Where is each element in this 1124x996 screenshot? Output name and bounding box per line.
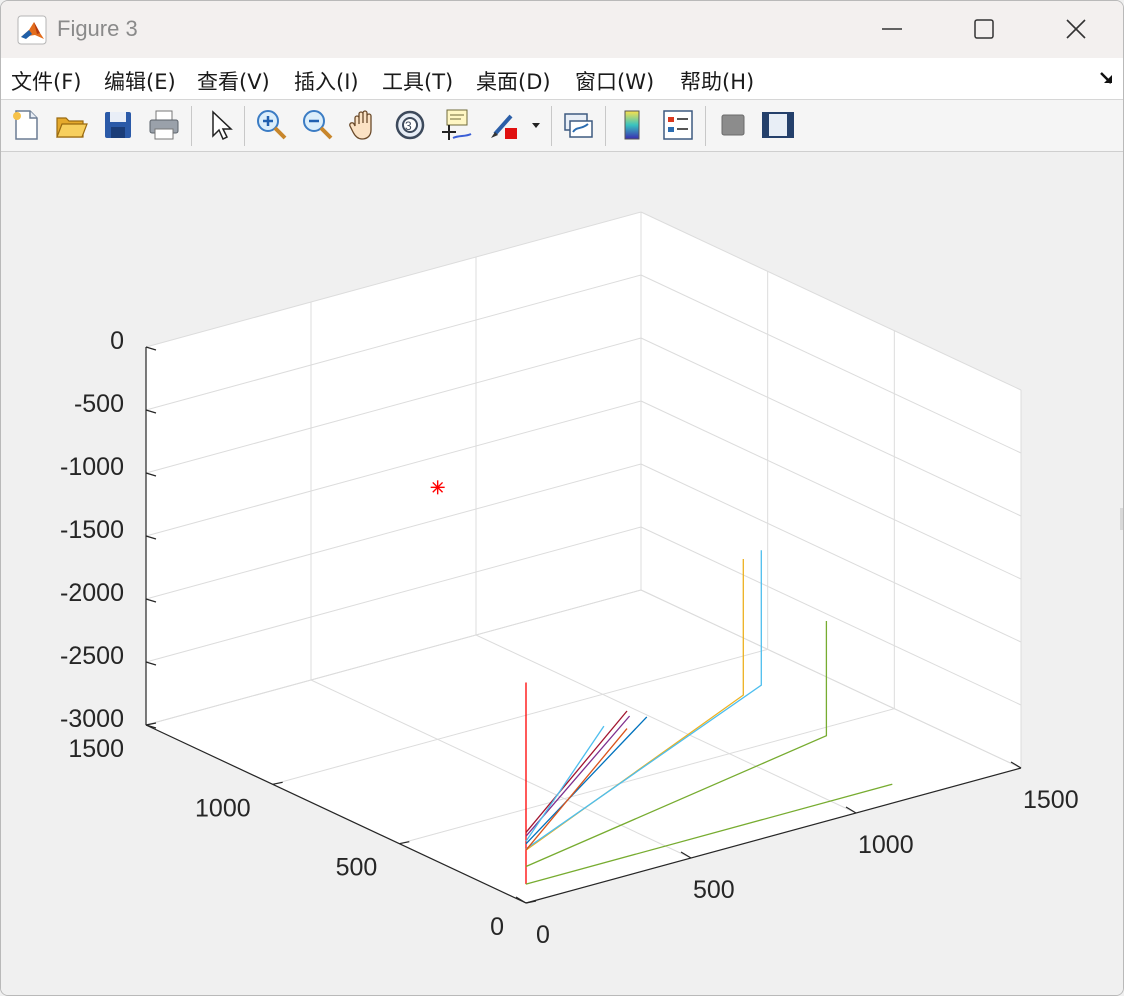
z-tick-label: -2500 [60, 642, 124, 670]
legend-icon[interactable] [661, 108, 695, 142]
window-title: Figure 3 [57, 16, 138, 41]
figure-toolbar: 3 [1, 100, 1123, 152]
hide-plot-tools-icon[interactable] [716, 108, 750, 142]
toolbar-separator [191, 106, 192, 146]
zoom-out-icon[interactable] [300, 108, 334, 142]
toolbar-separator [244, 106, 245, 146]
menu-file[interactable]: 文件(F) [11, 66, 81, 96]
maximize-button[interactable] [939, 1, 1031, 58]
menu-bar: 文件(F) 编辑(E) 查看(V) 插入(I) 工具(T) 桌面(D) 窗口(W… [1, 58, 1123, 100]
open-file-icon[interactable] [54, 108, 88, 142]
print-icon[interactable] [147, 108, 181, 142]
y-tick-label: 1500 [68, 735, 124, 763]
menu-desktop[interactable]: 桌面(D) [476, 66, 551, 96]
link-plot-icon[interactable] [561, 108, 595, 142]
z-tick-label: 0 [110, 327, 124, 355]
matlab-icon [17, 15, 47, 45]
x-tick-label: 1500 [1023, 786, 1079, 814]
menu-insert[interactable]: 插入(I) [294, 66, 359, 96]
data-cursor-icon[interactable] [439, 108, 473, 142]
rotate-3d-icon[interactable]: 3 [393, 108, 427, 142]
menu-help[interactable]: 帮助(H) [680, 66, 754, 96]
brush-icon[interactable] [487, 108, 521, 142]
show-plot-tools-icon[interactable] [761, 108, 795, 142]
z-tick-label: -2000 [60, 579, 124, 607]
toolbar-separator [705, 106, 706, 146]
new-figure-icon[interactable] [9, 108, 43, 142]
menu-window[interactable]: 窗口(W) [575, 66, 654, 96]
x-tick-label: 500 [693, 876, 735, 904]
window-edge-mark [1120, 508, 1123, 530]
y-tick-label: 1000 [195, 794, 251, 822]
toolbar-separator [605, 106, 606, 146]
edit-plot-icon[interactable] [204, 108, 238, 142]
menu-edit[interactable]: 编辑(E) [104, 66, 176, 96]
y-tick-label: 0 [490, 913, 504, 941]
zoom-in-icon[interactable] [254, 108, 288, 142]
close-icon [1066, 19, 1086, 39]
colorbar-icon[interactable] [615, 108, 649, 142]
figure-canvas: 0 500 1000 1500 0 500 1000 1500 0 -500 -1000 -1500 -… [1, 152, 1123, 995]
plot-axes[interactable]: 0 500 1000 1500 0 500 1000 1500 0 -500 -1000 -1500 -… [1, 152, 1123, 995]
dock-arrow-icon[interactable] [1099, 70, 1115, 86]
maximize-icon [974, 19, 994, 39]
z-tick-label: -1500 [60, 516, 124, 544]
y-tick-label: 500 [336, 854, 378, 882]
menu-view[interactable]: 查看(V) [197, 66, 270, 96]
x-tick-label: 0 [536, 921, 550, 949]
z-tick-label: -500 [74, 390, 124, 418]
pan-icon[interactable] [347, 108, 381, 142]
minimize-button[interactable] [847, 1, 939, 58]
save-icon[interactable] [101, 108, 135, 142]
star-marker [430, 480, 445, 495]
title-bar[interactable]: Figure 3 [1, 1, 1123, 58]
figure-window: Figure 3 文件(F) 编辑(E) 查看(V) 插入(I) 工具(T) 桌… [0, 0, 1124, 996]
z-tick-label: -3000 [60, 705, 124, 733]
axes-panes [146, 212, 1021, 903]
menu-tools[interactable]: 工具(T) [382, 66, 453, 96]
svg-text:3: 3 [405, 119, 412, 133]
close-button[interactable] [1031, 1, 1123, 58]
minimize-icon [882, 28, 902, 30]
brush-dropdown-icon[interactable] [529, 108, 543, 142]
toolbar-separator [551, 106, 552, 146]
z-tick-label: -1000 [60, 453, 124, 481]
x-tick-label: 1000 [858, 831, 914, 859]
